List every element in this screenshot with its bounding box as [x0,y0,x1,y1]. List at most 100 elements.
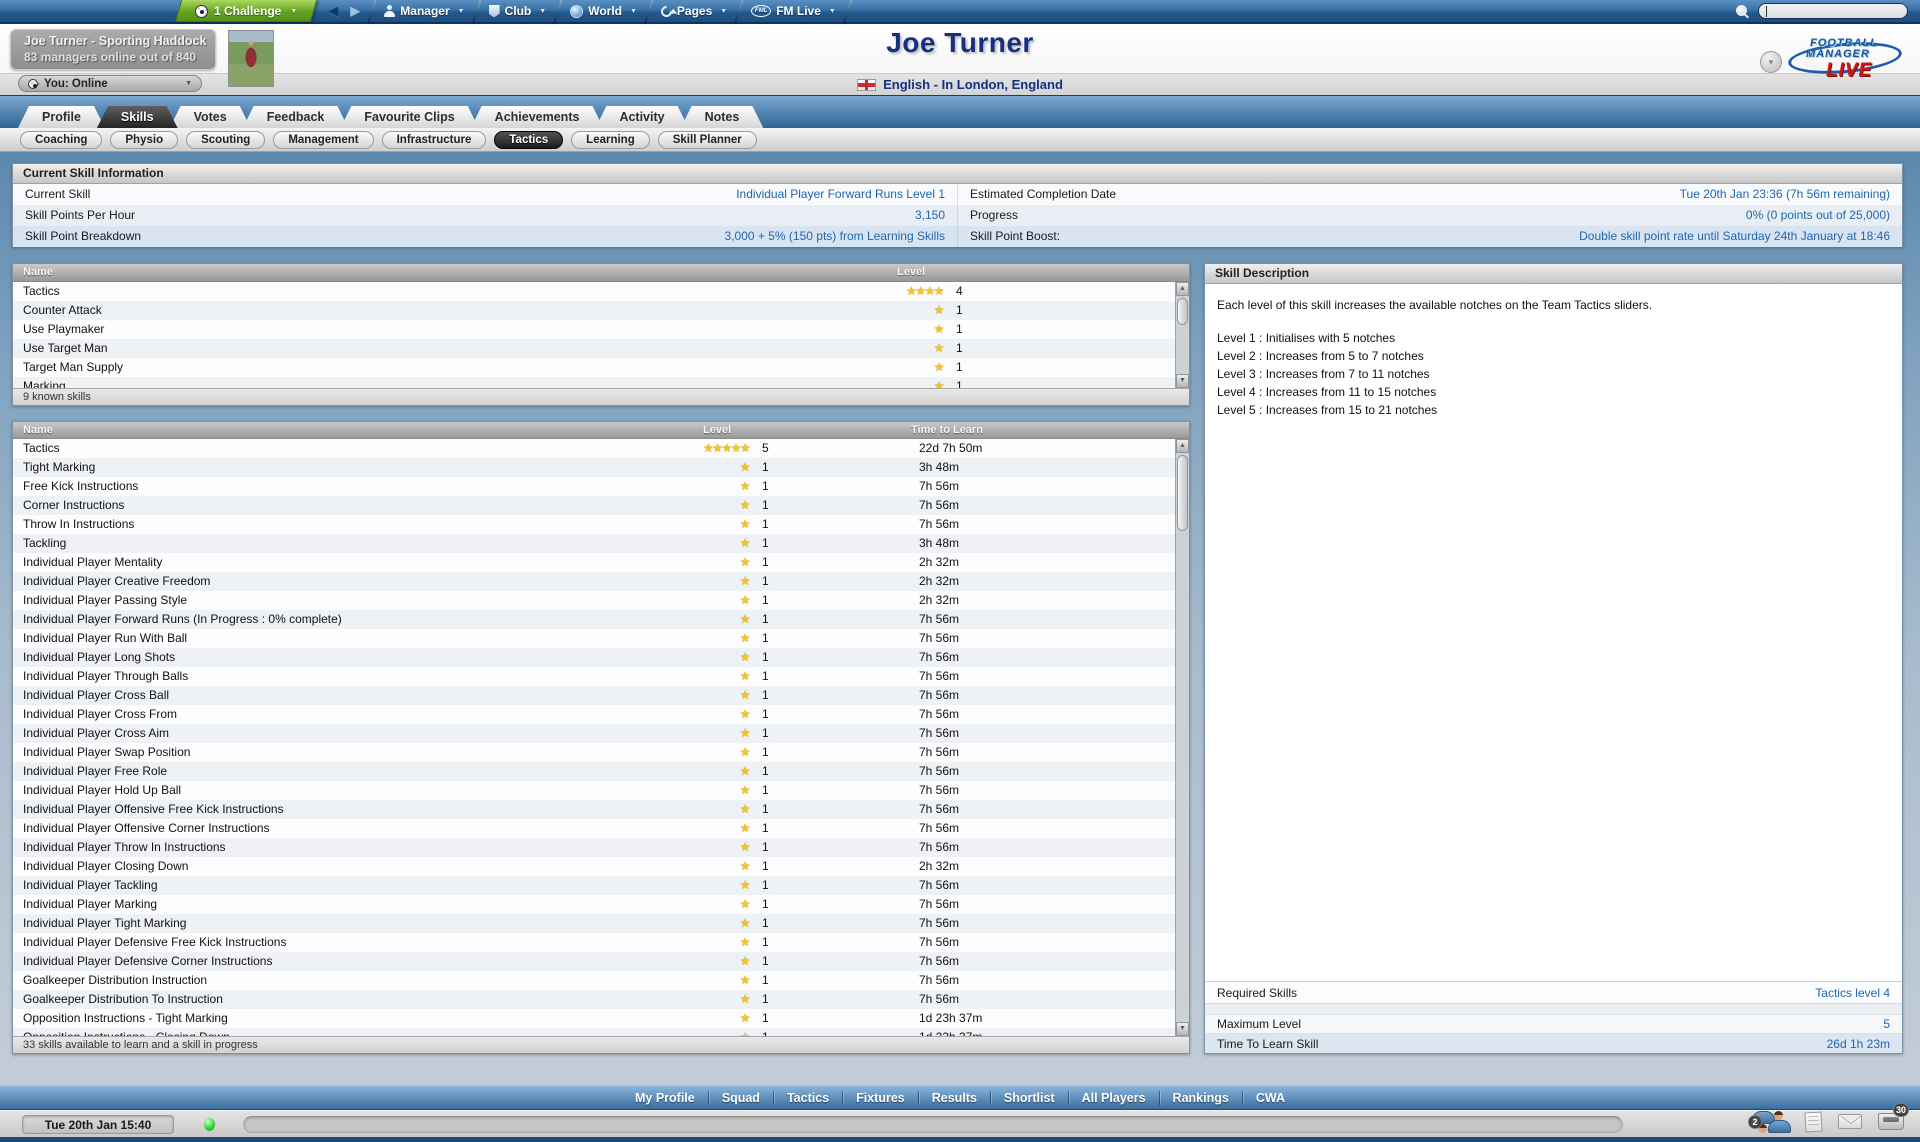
learnable-skill-row[interactable]: Free Kick Instructions★17h 56m [13,477,1189,496]
required-skills-link[interactable]: Tactics level 4 [1815,982,1890,1003]
tab-skills[interactable]: Skills [97,106,178,128]
tab-activity[interactable]: Activity [595,106,688,128]
menu-manager[interactable]: Manager ▼ [384,4,464,18]
scroll-down-icon[interactable]: ▼ [1176,374,1189,388]
online-status-dropdown[interactable]: You: Online ▼ [18,75,202,92]
tab-coaching[interactable]: Coaching [20,131,102,149]
learnable-skill-row[interactable]: Corner Instructions★17h 56m [13,496,1189,515]
challenge-tab[interactable]: 1 Challenge ▼ [175,0,318,22]
tab-scouting[interactable]: Scouting [186,131,265,149]
learnable-skill-row[interactable]: Individual Player Run With Ball★17h 56m [13,629,1189,648]
learnable-skill-row[interactable]: Tight Marking★13h 48m [13,458,1189,477]
scroll-up-icon[interactable]: ▲ [1176,439,1189,453]
tab-votes[interactable]: Votes [170,106,251,128]
learnable-skill-row[interactable]: Individual Player Tight Marking★17h 56m [13,914,1189,933]
learnable-skill-row[interactable]: Individual Player Through Balls★17h 56m [13,667,1189,686]
tab-notes[interactable]: Notes [681,106,764,128]
learnable-skill-row[interactable]: Individual Player Cross Aim★17h 56m [13,724,1189,743]
scrollbar-track[interactable] [1177,297,1188,373]
search-icon[interactable] [1736,5,1749,18]
tab-favourite-clips[interactable]: Favourite Clips [340,106,478,128]
scrollbar-thumb[interactable] [1177,455,1188,531]
known-skill-row[interactable]: Tactics★★★★4 [13,282,1189,301]
tab-infrastructure[interactable]: Infrastructure [382,131,487,149]
column-header-name[interactable]: Name [13,422,703,438]
learnable-skill-row[interactable]: Tackling★13h 48m [13,534,1189,553]
learnable-skill-row[interactable]: Individual Player Defensive Free Kick In… [13,933,1189,952]
learnable-skill-row[interactable]: Individual Player Offensive Corner Instr… [13,819,1189,838]
tab-skill-planner[interactable]: Skill Planner [658,131,757,149]
learnable-skill-row[interactable]: Individual Player Tackling★17h 56m [13,876,1189,895]
menu-club[interactable]: Club ▼ [489,4,547,18]
back-button[interactable]: ◀ [328,3,338,19]
known-skill-row[interactable]: Use Target Man★1 [13,339,1189,358]
column-header-level[interactable]: Level [703,422,911,438]
learnable-skill-row[interactable]: Individual Player Swap Position★17h 56m [13,743,1189,762]
menu-pages[interactable]: Pages ▼ [661,4,727,18]
learnable-skill-row[interactable]: Individual Player Marking★17h 56m [13,895,1189,914]
nav-rankings[interactable]: Rankings [1160,1091,1242,1105]
nav-cwa[interactable]: CWA [1243,1091,1298,1105]
scrollbar-thumb[interactable] [1177,298,1188,325]
learnable-skill-row[interactable]: Individual Player Free Role★17h 56m [13,762,1189,781]
current-skill-link[interactable]: Individual Player Forward Runs Level 1 [736,184,945,205]
star-rating-icon: ★ [703,1028,749,1036]
scrollbar-track[interactable] [1177,454,1188,1021]
search-input[interactable] [1758,3,1908,19]
learnable-skill-row[interactable]: Individual Player Hold Up Ball★17h 56m [13,781,1189,800]
known-skill-row[interactable]: Marking★1 [13,377,1189,388]
nav-results[interactable]: Results [919,1091,990,1105]
game-datetime-button[interactable]: Tue 20th Jan 15:40 [22,1115,174,1134]
learnable-skill-row[interactable]: Individual Player Offensive Free Kick In… [13,800,1189,819]
scroll-up-icon[interactable]: ▲ [1176,282,1189,296]
nav-all-players[interactable]: All Players [1069,1091,1159,1105]
skill-description-text: Each level of this skill increases the a… [1205,284,1902,981]
tab-feedback[interactable]: Feedback [243,106,349,128]
learnable-skill-row[interactable]: Individual Player Forward Runs (In Progr… [13,610,1189,629]
learnable-skill-row[interactable]: Tactics★★★★★522d 7h 50m [13,439,1189,458]
tab-tactics[interactable]: Tactics [494,131,563,149]
known-skill-row[interactable]: Target Man Supply★1 [13,358,1189,377]
known-skill-row[interactable]: Use Playmaker★1 [13,320,1189,339]
known-skill-row[interactable]: Counter Attack★1 [13,301,1189,320]
level-number: 1 [762,610,769,629]
nav-my-profile[interactable]: My Profile [622,1091,708,1105]
tab-management[interactable]: Management [273,131,373,149]
forward-button[interactable]: ▶ [350,3,360,19]
learnable-skill-row[interactable]: Individual Player Defensive Corner Instr… [13,952,1189,971]
nav-fixtures[interactable]: Fixtures [843,1091,918,1105]
known-skills-scrollbar[interactable]: ▲ ▼ [1175,282,1189,388]
tab-learning[interactable]: Learning [571,131,650,149]
tab-physio[interactable]: Physio [110,131,178,149]
column-header-time[interactable]: Time to Learn [911,422,1189,438]
learnable-skill-row[interactable]: Goalkeeper Distribution Instruction★17h … [13,971,1189,990]
news-shortcut[interactable] [1805,1112,1822,1137]
learnable-skill-row[interactable]: Individual Player Cross From★17h 56m [13,705,1189,724]
scroll-down-icon[interactable]: ▼ [1176,1022,1189,1036]
inbox-shortcut[interactable]: 30 [1878,1113,1904,1135]
learnable-skill-row[interactable]: Individual Player Throw In Instructions★… [13,838,1189,857]
learnable-skill-row[interactable]: Individual Player Creative Freedom★12h 3… [13,572,1189,591]
nav-shortlist[interactable]: Shortlist [991,1091,1068,1105]
learnable-skill-row[interactable]: Opposition Instructions - Closing Down★1… [13,1028,1189,1036]
learnable-skill-row[interactable]: Individual Player Closing Down★12h 32m [13,857,1189,876]
tab-achievements[interactable]: Achievements [471,106,604,128]
learnable-skill-row[interactable]: Throw In Instructions★17h 56m [13,515,1189,534]
column-header-level[interactable]: Level [897,264,1189,281]
menu-world[interactable]: World ▼ [570,4,637,18]
learnable-skill-row[interactable]: Individual Player Passing Style★12h 32m [13,591,1189,610]
learnable-skill-row[interactable]: Individual Player Long Shots★17h 56m [13,648,1189,667]
column-header-name[interactable]: Name [13,264,897,281]
nav-squad[interactable]: Squad [709,1091,773,1105]
mail-shortcut[interactable] [1838,1114,1862,1134]
tab-profile[interactable]: Profile [18,106,105,128]
menu-fm-live[interactable]: FML FM Live ▼ [751,4,836,18]
learnable-skill-row[interactable]: Individual Player Cross Ball★17h 56m [13,686,1189,705]
dropdown-circle-button[interactable]: ▼ [1760,51,1782,73]
profile-shortcut[interactable] [1768,1111,1789,1138]
nav-tactics[interactable]: Tactics [774,1091,842,1105]
learnable-skill-row[interactable]: Individual Player Mentality★12h 32m [13,553,1189,572]
learnable-skill-row[interactable]: Goalkeeper Distribution To Instruction★1… [13,990,1189,1009]
learnable-skills-scrollbar[interactable]: ▲ ▼ [1175,439,1189,1036]
learnable-skill-row[interactable]: Opposition Instructions - Tight Marking★… [13,1009,1189,1028]
